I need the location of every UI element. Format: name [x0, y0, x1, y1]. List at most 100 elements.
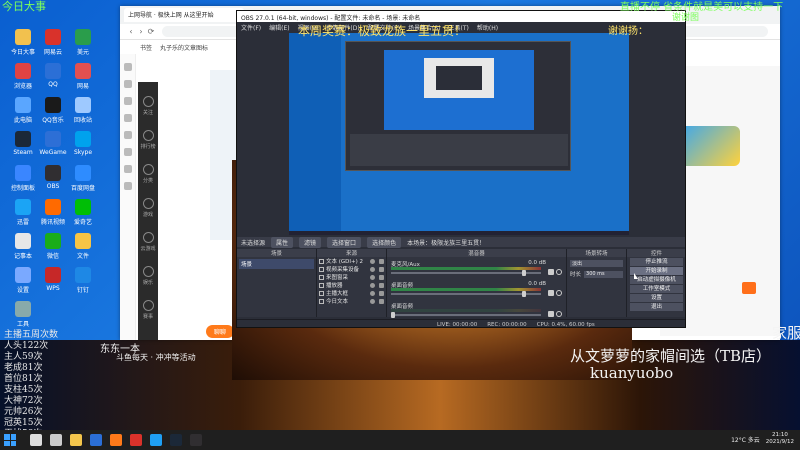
- filters-button[interactable]: 滤镜: [299, 236, 322, 248]
- source-item[interactable]: 主播大框: [317, 289, 386, 297]
- eye-icon[interactable]: [370, 298, 375, 304]
- lock-icon[interactable]: [379, 290, 384, 296]
- weather-label[interactable]: 12°C 多云: [731, 435, 760, 444]
- lock-icon[interactable]: [379, 274, 384, 280]
- desktop-icon-label: Skype: [73, 149, 93, 156]
- douyu-nav-item[interactable]: 关注: [138, 96, 158, 116]
- app-icon: [15, 97, 31, 113]
- desktop-icon[interactable]: 文件: [64, 232, 102, 266]
- source-item[interactable]: 播放器: [317, 281, 386, 289]
- eye-icon[interactable]: [370, 266, 375, 272]
- gear-icon[interactable]: [556, 290, 562, 296]
- source-item[interactable]: 视频采集设备: [317, 265, 386, 273]
- control-button[interactable]: 工作室模式: [630, 285, 683, 293]
- control-button[interactable]: 停止推流: [630, 258, 683, 266]
- scene-item[interactable]: 场景: [239, 259, 314, 269]
- control-button[interactable]: 退出: [630, 303, 683, 311]
- select-window-button[interactable]: 选择窗口: [327, 236, 362, 248]
- sidebar-icon[interactable]: [123, 97, 132, 105]
- sidebar-icon[interactable]: [123, 80, 132, 88]
- lock-icon[interactable]: [379, 298, 384, 304]
- browser-tab[interactable]: 上网导航 · 极快上网 从这里开始: [124, 8, 244, 22]
- eye-icon[interactable]: [370, 282, 375, 288]
- mixer-channel: 桌面音频 0.0 dB: [391, 281, 562, 299]
- overlay-top-right-sub: 谢谢图: [672, 13, 700, 23]
- volume-knob[interactable]: [522, 270, 527, 276]
- source-item[interactable]: 今日文本: [317, 297, 386, 305]
- app-icon: [75, 63, 91, 79]
- source-item[interactable]: 文本 (GDI+) 2: [317, 257, 386, 265]
- task-view-icon[interactable]: [50, 434, 62, 446]
- douyu-icon[interactable]: [110, 434, 122, 446]
- search-icon[interactable]: [30, 434, 42, 446]
- sidebar-icon[interactable]: [123, 182, 132, 190]
- speaker-icon[interactable]: [548, 311, 554, 317]
- lock-icon[interactable]: [379, 258, 384, 264]
- netease-icon[interactable]: [130, 434, 142, 446]
- sidebar-icon[interactable]: [123, 63, 132, 71]
- explorer-icon[interactable]: [70, 434, 82, 446]
- browser-icon[interactable]: [90, 434, 102, 446]
- douyu-nav-item[interactable]: 赛事: [138, 300, 158, 320]
- gear-icon[interactable]: [556, 311, 562, 317]
- reload-icon[interactable]: ⟳: [146, 27, 156, 36]
- obs-icon[interactable]: [190, 434, 202, 446]
- app-icon: [45, 199, 61, 215]
- controls-list: 停止推流 开始录制 启动虚拟摄像机 工作室模式 设置 退出: [627, 258, 685, 311]
- sidebar-icon[interactable]: [123, 165, 132, 173]
- controls-dock: 控件 停止推流 开始录制 启动虚拟摄像机 工作室模式 设置 退出: [627, 249, 685, 317]
- volume-slider[interactable]: [391, 272, 541, 274]
- desktop-icon[interactable]: 网易: [64, 62, 102, 96]
- mouse-cursor: [634, 273, 638, 279]
- steam-icon[interactable]: [170, 434, 182, 446]
- control-button[interactable]: 设置: [630, 294, 683, 302]
- app-icon: [75, 97, 91, 113]
- desktop-icon-label: 美元: [76, 49, 89, 56]
- app-icon: [15, 131, 31, 147]
- windows-start-icon[interactable]: [4, 434, 16, 446]
- gear-icon[interactable]: [556, 269, 562, 275]
- douyu-nav-item[interactable]: 分类: [138, 164, 158, 184]
- sidebar-icon[interactable]: [123, 131, 132, 139]
- volume-slider[interactable]: [391, 314, 541, 316]
- sidebar-icon[interactable]: [123, 148, 132, 156]
- lock-icon[interactable]: [379, 282, 384, 288]
- source-item[interactable]: 来图窗采: [317, 273, 386, 281]
- desktop-icon[interactable]: 钉钉: [64, 266, 102, 300]
- speaker-icon[interactable]: [548, 290, 554, 296]
- clock[interactable]: 21:10 2021/9/12: [766, 432, 794, 446]
- eye-icon[interactable]: [370, 290, 375, 296]
- transition-select[interactable]: 淡出: [570, 260, 623, 267]
- douyu-nav-item[interactable]: 游戏: [138, 198, 158, 218]
- obs-menu-item[interactable]: 编辑(E): [269, 23, 289, 32]
- lock-icon[interactable]: [379, 266, 384, 272]
- desktop-icon[interactable]: 美元: [64, 28, 102, 62]
- forward-icon[interactable]: ›: [136, 27, 146, 36]
- qq-browser-icon[interactable]: [150, 434, 162, 446]
- desktop-icon[interactable]: 爱奇艺: [64, 198, 102, 232]
- properties-button[interactable]: 属性: [271, 236, 294, 248]
- desktop-icon[interactable]: 百度网盘: [64, 164, 102, 198]
- eye-icon[interactable]: [370, 274, 375, 280]
- douyu-nav-item[interactable]: 云游戏: [138, 232, 158, 252]
- volume-slider[interactable]: [391, 293, 541, 295]
- join-button[interactable]: [742, 282, 756, 294]
- volume-knob[interactable]: [391, 312, 395, 318]
- sidebar-icon[interactable]: [123, 114, 132, 122]
- bookmark-item[interactable]: 丸子乐的文章图标: [160, 43, 208, 52]
- volume-knob[interactable]: [522, 291, 527, 297]
- douyu-nav-item[interactable]: 排行榜: [138, 130, 158, 150]
- eye-icon[interactable]: [370, 258, 375, 264]
- select-color-button[interactable]: 选择颜色: [367, 236, 402, 248]
- back-icon[interactable]: ‹: [126, 27, 136, 36]
- obs-menu-item[interactable]: 帮助(H): [477, 23, 498, 32]
- desktop-icon[interactable]: 回收站: [64, 96, 102, 130]
- obs-menu-item[interactable]: 文件(F): [241, 23, 261, 32]
- desktop-icon[interactable]: Skype: [64, 130, 102, 164]
- douyu-tab[interactable]: 聊聊: [206, 324, 235, 338]
- obs-preview[interactable]: [289, 33, 629, 231]
- speaker-icon[interactable]: [548, 269, 554, 275]
- douyu-nav-item[interactable]: 娱乐: [138, 266, 158, 286]
- bookmark-item[interactable]: 书签: [140, 43, 152, 52]
- duration-input[interactable]: 300 ms: [584, 270, 623, 278]
